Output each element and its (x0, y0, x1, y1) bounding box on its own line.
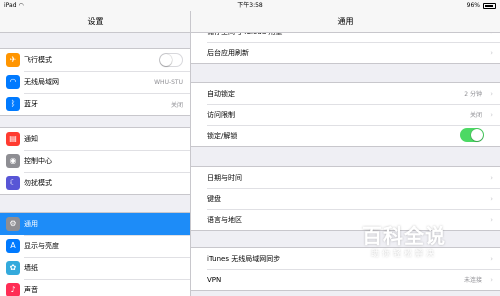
sidebar-item-value: WHU-STU (154, 78, 183, 86)
settings-row-label: 访问限制 (207, 110, 235, 119)
settings-row-value: 2 分钟 (464, 91, 482, 98)
sidebar-item-label: 声音 (24, 286, 38, 294)
notifications-icon: ▤ (6, 132, 20, 146)
sidebar-item-label: 通用 (24, 220, 38, 228)
battery-percentage: 96% (466, 2, 480, 9)
sidebar-item[interactable]: ⚙ 通用 (0, 213, 190, 235)
chevron-right-icon: › (490, 110, 493, 119)
status-time: 下午3:58 (237, 2, 263, 9)
sidebar-item-label: 勿扰模式 (24, 179, 52, 187)
sidebar-group: ✈ 飞行模式 ◠ 无线局域网 WHU-STU ᛒ 蓝牙 关闭 (0, 48, 190, 116)
sidebar-item[interactable]: ▤ 通知 (0, 128, 190, 150)
chevron-right-icon: › (490, 173, 493, 182)
watermark-subtitle: 助你轻松解决 (371, 249, 437, 258)
settings-row-label: 日期与时间 (207, 173, 242, 182)
sidebar-item[interactable]: ᛒ 蓝牙 关闭 (0, 93, 190, 115)
chevron-right-icon: › (490, 194, 493, 203)
airplane-icon: ✈ (6, 53, 20, 67)
settings-row-label: VPN (207, 275, 222, 284)
chevron-right-icon: › (490, 275, 493, 284)
settings-row-label: 键盘 (207, 194, 221, 203)
wifi-icon: ◠ (6, 75, 20, 89)
bluetooth-icon: ᛒ (6, 97, 20, 111)
sidebar-item-label: 无线局域网 (24, 78, 59, 86)
settings-row-value: 未连接 (463, 277, 482, 284)
sidebar-item[interactable]: ✈ 飞行模式 (0, 49, 190, 71)
sidebar-item[interactable]: ♪ 声音 (0, 279, 190, 296)
settings-row[interactable]: 访问限制 关闭 › (191, 104, 500, 125)
sidebar-item[interactable]: ◉ 控制中心 (0, 150, 190, 172)
display-icon: A (6, 239, 20, 253)
wallpaper-icon: ✿ (6, 261, 20, 275)
control-center-icon: ◉ (6, 154, 20, 168)
settings-group: 自动锁定 2 分钟 › 访问限制 关闭 › 锁定/解锁 (191, 82, 500, 147)
settings-row[interactable]: 自动锁定 2 分钟 › (191, 83, 500, 104)
watermark-title: 百科全说 (362, 224, 446, 248)
settings-row[interactable]: 键盘 › (191, 188, 500, 209)
sound-icon: ♪ (6, 283, 20, 296)
settings-sidebar: 设置 ✈ 飞行模式 ◠ 无线局域网 WHU-STU ᛒ 蓝牙 关闭 ▤ 通知 ◉ 控制中心 ☾ 勿扰模式 ⚙… (0, 0, 191, 296)
page-title: 通用 (191, 11, 500, 33)
settings-row[interactable]: 后台应用刷新 › (191, 42, 500, 63)
battery-icon (483, 3, 496, 9)
sidebar-item[interactable]: ☾ 勿扰模式 (0, 172, 190, 194)
chevron-right-icon: › (490, 254, 493, 263)
sidebar-item[interactable]: ✿ 墙纸 (0, 257, 190, 279)
settings-row[interactable]: 锁定/解锁 (191, 125, 500, 146)
settings-row-label: 锁定/解锁 (207, 131, 238, 140)
settings-row-label: 自动锁定 (207, 89, 235, 98)
watermark: 百科全说 助你轻松解决 (348, 224, 460, 260)
sidebar-item-label: 飞行模式 (24, 56, 52, 64)
sidebar-group: ▤ 通知 ◉ 控制中心 ☾ 勿扰模式 (0, 127, 190, 195)
sidebar-item-value: 关闭 (170, 101, 183, 109)
chevron-right-icon: › (490, 89, 493, 98)
settings-row-label: 语言与地区 (207, 215, 242, 224)
gear-icon: ⚙ (6, 217, 20, 231)
moon-icon: ☾ (6, 176, 20, 190)
sidebar-item-label: 通知 (24, 135, 38, 143)
settings-row-label: 后台应用刷新 (207, 48, 249, 57)
settings-row[interactable]: VPN 未连接 › (191, 269, 500, 290)
settings-row-label: iTunes 无线局域网同步 (207, 254, 281, 263)
sidebar-item-label: 蓝牙 (24, 100, 38, 108)
sidebar-item-label: 墙纸 (24, 264, 38, 272)
lock-unlock-toggle[interactable] (460, 128, 484, 142)
toggle-knob (160, 54, 172, 66)
sidebar-title: 设置 (0, 11, 190, 33)
sidebar-item-label: 显示与亮度 (24, 242, 59, 250)
sidebar-item-label: 控制中心 (24, 157, 52, 165)
sidebar-item[interactable]: ◠ 无线局域网 WHU-STU (0, 71, 190, 93)
settings-group: 日期与时间 › 键盘 › 语言与地区 › (191, 166, 500, 231)
chevron-right-icon: › (490, 48, 493, 57)
status-bar: iPad ◠ 下午3:58 96% (0, 0, 500, 11)
sidebar-group: ⚙ 通用 A 显示与亮度 ✿ 墙纸 ♪ 声音 (0, 212, 190, 296)
chevron-right-icon: › (490, 215, 493, 224)
toggle-knob (471, 129, 483, 141)
sidebar-item[interactable]: A 显示与亮度 (0, 235, 190, 257)
settings-row[interactable]: 日期与时间 › (191, 167, 500, 188)
settings-row-value: 关闭 (469, 112, 482, 119)
airplane-mode-toggle[interactable] (159, 53, 183, 67)
